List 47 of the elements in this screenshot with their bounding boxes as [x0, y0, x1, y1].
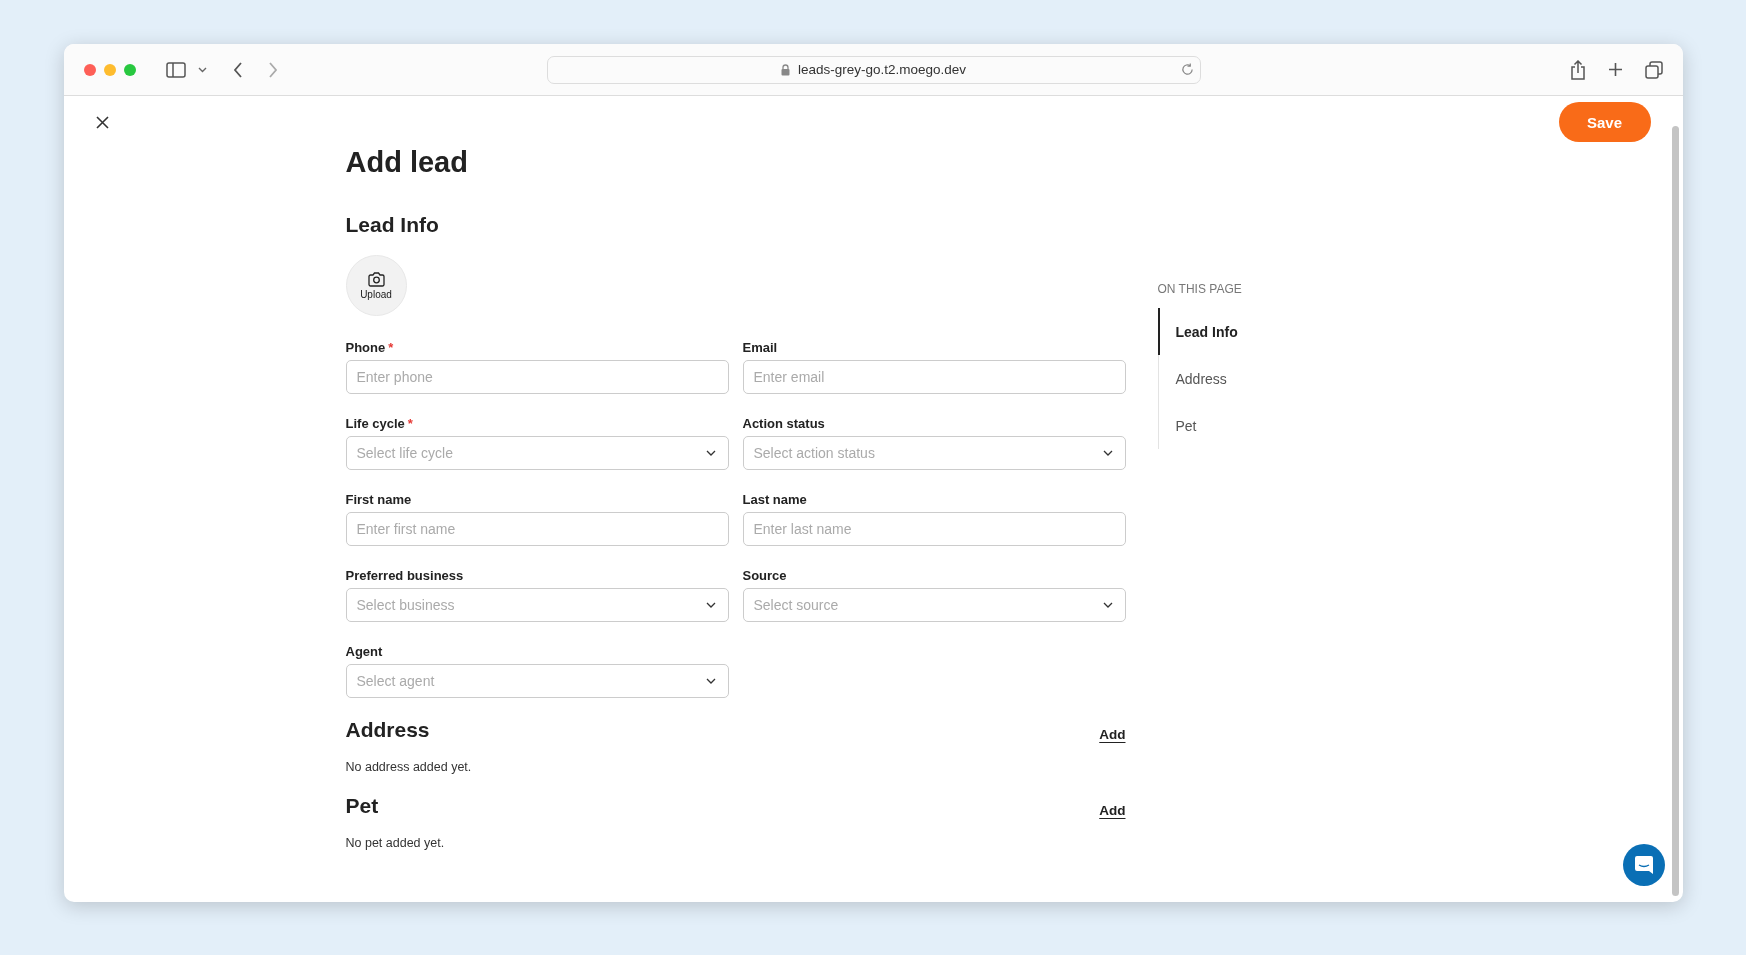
plus-icon[interactable] — [1607, 62, 1623, 77]
section-heading: Lead Info — [345, 213, 440, 237]
field-label: Email — [742, 340, 779, 355]
page-title: Add lead — [345, 146, 469, 179]
chevron-down-icon — [705, 602, 716, 608]
section-heading: Pet — [345, 794, 379, 818]
address-bar[interactable]: leads-grey-go.t2.moego.dev — [546, 55, 1201, 84]
share-icon[interactable] — [1569, 59, 1586, 80]
sidebar-icon[interactable] — [165, 61, 186, 78]
add-link[interactable]: Add — [1099, 727, 1126, 742]
section-heading: Address — [345, 718, 430, 742]
back-icon[interactable] — [232, 61, 243, 78]
toc-link[interactable]: Pet — [1157, 402, 1254, 449]
lock-icon — [780, 63, 790, 76]
field-label: Preferred business — [345, 568, 465, 583]
text-input-field[interactable]: Enter phone — [345, 360, 729, 394]
camera-icon — [367, 271, 385, 287]
chevron-down-icon — [1102, 602, 1113, 608]
field-label: Last name — [742, 492, 808, 507]
field-label: First name — [345, 492, 413, 507]
reload-icon[interactable] — [1180, 63, 1194, 76]
field-label: Action status — [742, 416, 826, 431]
add-link[interactable]: Add — [1099, 803, 1126, 818]
caret-icon[interactable] — [197, 66, 207, 73]
field-label: Agent — [345, 644, 384, 659]
chevron-down-icon — [1102, 450, 1113, 456]
chat-icon — [1633, 855, 1654, 875]
url-text: leads-grey-go.t2.moego.dev — [797, 62, 967, 77]
field-label: Life cycle * — [345, 416, 414, 431]
upload-button[interactable]: Upload — [345, 255, 407, 316]
field-label: Phone * — [345, 340, 395, 355]
chat-button[interactable] — [1622, 844, 1665, 886]
text-input-field[interactable]: Enter first name — [345, 512, 729, 546]
field-label: Source — [742, 568, 788, 583]
scrollbar[interactable] — [1671, 126, 1679, 896]
text-input-field[interactable]: Enter last name — [742, 512, 1126, 546]
tabs-overview-icon[interactable] — [1644, 60, 1663, 79]
empty-state-text: No address added yet. — [345, 760, 473, 774]
toc-heading: ON THIS PAGE — [1157, 282, 1243, 296]
close-icon[interactable] — [95, 115, 109, 129]
chevron-down-icon — [705, 678, 716, 684]
empty-state-text: No pet added yet. — [345, 836, 446, 850]
text-input-field[interactable]: Enter email — [742, 360, 1126, 394]
chevron-down-icon — [705, 450, 716, 456]
toc-link[interactable]: Lead Info — [1157, 308, 1254, 355]
toc-link[interactable]: Address — [1157, 355, 1254, 402]
close-window-button[interactable] — [83, 63, 96, 76]
